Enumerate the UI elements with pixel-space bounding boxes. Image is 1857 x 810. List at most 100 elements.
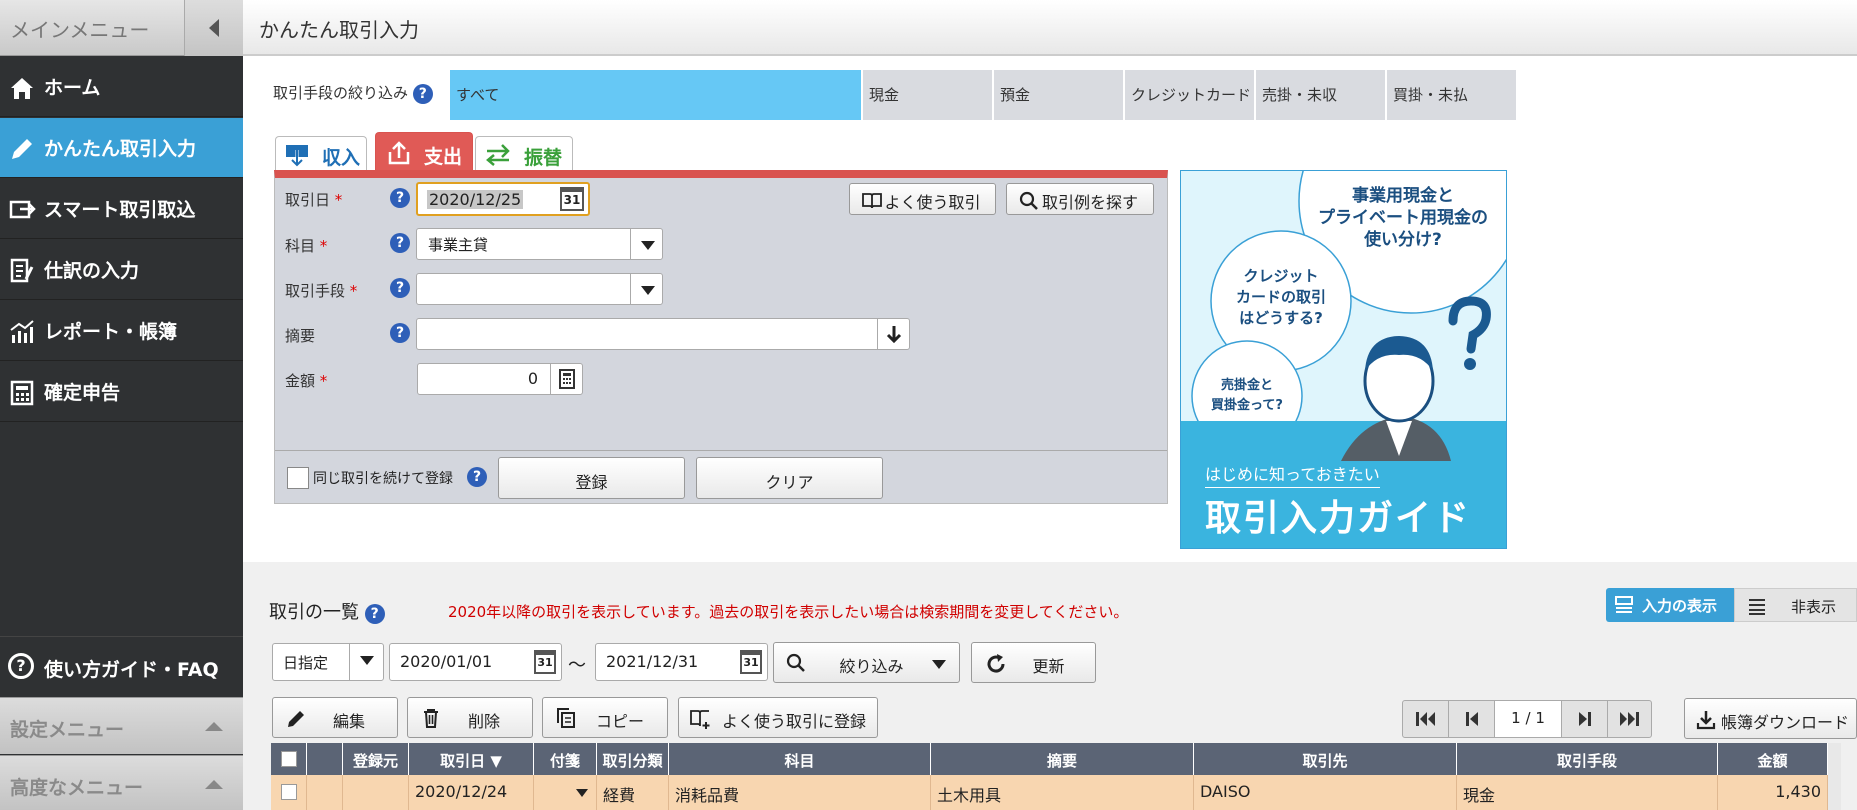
refresh-button[interactable]: 更新 [971,642,1096,683]
favorite-transactions-button[interactable]: よく使う取引 [849,183,996,215]
register-button[interactable]: 登録 [498,457,685,499]
scrollbar[interactable] [1828,743,1841,775]
bubble-line: はどうする? [1239,309,1323,327]
row-checkbox[interactable] [280,784,297,800]
end-date-value: 2021/12/31 [606,652,699,671]
range-separator: 〜 [568,655,586,676]
calculator-button[interactable] [550,364,582,394]
clear-button[interactable]: クリア [696,457,883,499]
nav-item-reports[interactable]: レポート・帳簿 [0,301,243,361]
memo-suggest-button[interactable] [877,319,909,349]
filter-tab-cash[interactable]: 現金 [863,70,994,120]
settings-menu[interactable]: 設定メニュー [0,697,243,754]
account-select[interactable]: 事業主貸 [416,228,663,260]
filter-label: 取引手段の絞り込み [273,84,409,102]
help-icon[interactable]: ? [412,84,433,104]
copy-button[interactable]: コピー [542,697,668,738]
filter-tab-receivable[interactable]: 売掛・未収 [1256,70,1387,120]
banner-bubble-3: 売掛金と 買掛金って? [1197,376,1297,416]
help-icon[interactable]: ? [364,604,385,624]
filter-tab-payable[interactable]: 買掛・未払 [1387,70,1518,120]
help-icon[interactable]: ? [390,323,410,343]
advanced-menu[interactable]: 高度なメニュー [0,755,243,810]
column-header[interactable]: 取引分類 [597,743,669,775]
register-favorite-button[interactable]: よく使う取引に登録 [678,697,878,738]
required-mark: * [334,191,343,209]
tab-income[interactable]: 収入 [275,136,367,172]
date-mode-select[interactable]: 日指定 [272,643,384,681]
filter-tab-deposit[interactable]: 預金 [994,70,1125,120]
date-label-group: 取引日 * [285,189,342,210]
guide-banner[interactable]: 事業用現金と プライベート用現金の 使い分け? クレジット カードの取引 はどう… [1180,170,1507,549]
column-header[interactable]: 取引先 [1194,743,1457,775]
page-current: 1 [1511,709,1521,727]
method-select[interactable] [416,273,663,305]
column-header[interactable]: 科目 [669,743,931,775]
banner-title: 取引入力ガイド [1205,498,1472,539]
book-plus-icon [690,710,710,729]
next-page-button[interactable] [1561,701,1607,737]
amount-label: 金額 [285,372,316,390]
tab-transfer[interactable]: 振替 [475,136,573,172]
row-tag-cell[interactable] [534,775,597,810]
help-icon[interactable]: ? [390,233,410,253]
tab-expense[interactable]: 支出 [375,132,473,172]
column-header[interactable]: 取引手段 [1457,743,1718,775]
filter-tab-all[interactable]: すべて [450,70,863,120]
end-date-input[interactable]: 2021/12/31 31 [595,643,768,681]
collapse-sidebar-button[interactable] [184,0,243,56]
nav-item-faq[interactable]: ? 使い方ガイド・FAQ [0,636,243,696]
nav-item-tax-return[interactable]: 確定申告 [0,362,243,422]
calendar-icon[interactable]: 31 [740,650,762,674]
amount-input[interactable]: 0 [417,363,583,395]
calendar-icon[interactable]: 31 [560,187,584,211]
download-ledger-button[interactable]: 帳簿ダウンロード [1684,698,1857,739]
column-header[interactable]: 金額 [1718,743,1828,775]
edit-button[interactable]: 編集 [272,697,398,738]
chart-icon [10,320,34,343]
filter-tab-credit-card[interactable]: クレジットカード [1125,70,1256,120]
first-page-button[interactable] [1403,701,1449,737]
required-mark: * [319,372,328,390]
bubble-line: 事業用現金と [1352,186,1454,206]
pencil-icon [12,139,32,159]
table-row[interactable]: 2020/12/24 経費 消耗品費 土木用具 DAISO 現金 1,430 [271,775,1841,810]
help-icon[interactable]: ? [390,188,410,208]
hide-input-toggle[interactable]: 非表示 [1734,588,1857,622]
filter-button-label: 絞り込み [839,657,904,676]
filter-button[interactable]: 絞り込み [773,642,960,683]
nav-item-label: 確定申告 [44,382,121,404]
show-input-toggle[interactable]: 入力の表示 [1606,588,1734,622]
column-header-date[interactable]: 取引日 ▼ [409,743,534,775]
last-page-button[interactable] [1607,701,1651,737]
delete-button[interactable]: 削除 [407,697,533,738]
filter-tab-label: クレジットカード [1131,86,1252,104]
help-icon[interactable]: ? [467,467,487,487]
column-header[interactable]: 登録元 [343,743,409,775]
calendar-icon[interactable]: 31 [534,650,556,674]
nav-item-quick-entry[interactable]: かんたん取引入力 [0,118,243,178]
search-examples-button[interactable]: 取引例を探す [1006,183,1154,215]
chevron-down-icon [349,644,383,680]
filter-tab-label: すべて [456,86,500,104]
scrollbar[interactable] [1828,775,1841,810]
chevron-up-icon [205,722,223,731]
prev-page-button[interactable] [1449,701,1495,737]
help-icon[interactable]: ? [390,278,410,298]
memo-input[interactable] [416,318,910,350]
continue-checkbox[interactable] [287,467,309,489]
select-all-checkbox[interactable] [280,751,297,767]
chevron-down-icon [576,789,588,797]
nav-item-home[interactable]: ホーム [0,57,243,117]
column-header[interactable]: 付箋 [534,743,597,775]
tab-income-label: 収入 [322,147,361,169]
nav-item-journal[interactable]: 仕訳の入力 [0,240,243,300]
filter-label-group: 取引手段の絞り込み ? [273,82,433,104]
date-input[interactable]: 2020/12/25 31 [416,182,590,216]
banner-bubble-2: クレジット カードの取引 はどうする? [1221,266,1341,329]
page-indicator[interactable]: 1 / 1 [1495,701,1561,737]
start-date-input[interactable]: 2020/01/01 31 [389,643,562,681]
column-header[interactable]: 摘要 [931,743,1194,775]
nav-item-smart-import[interactable]: スマート取引取込 [0,179,243,239]
bubble-line: クレジット [1243,267,1319,285]
